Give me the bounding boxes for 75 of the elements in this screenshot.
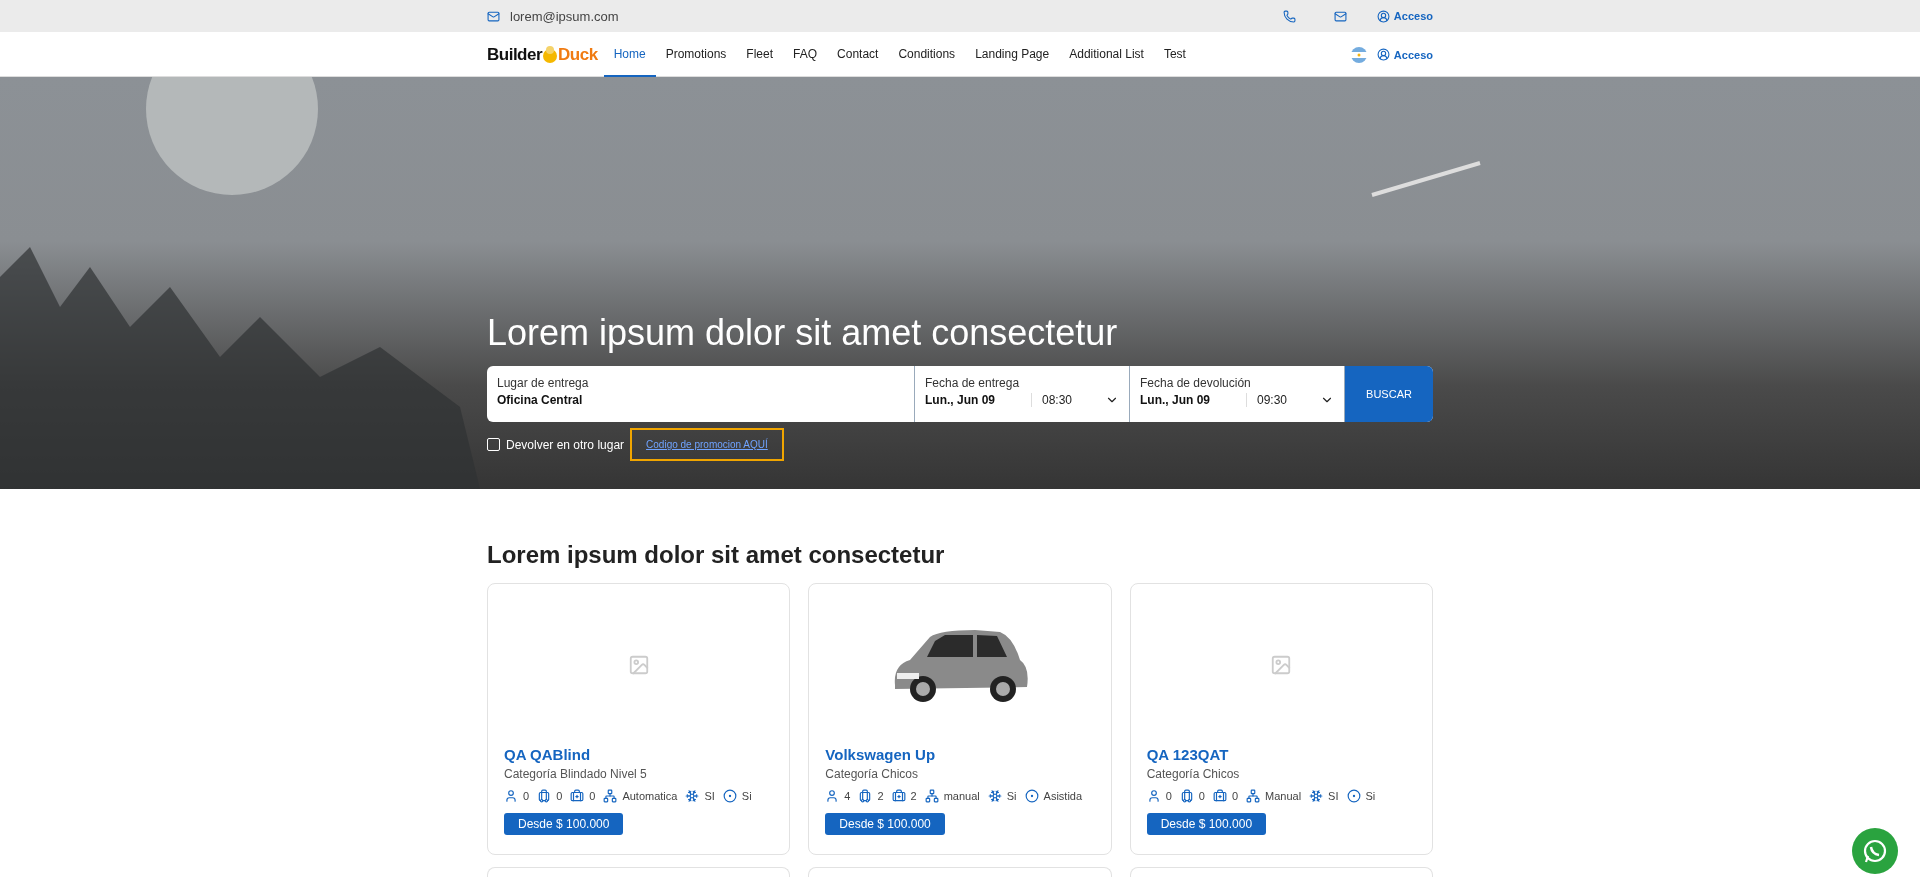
- flag-icon[interactable]: [1350, 46, 1367, 63]
- briefcase-icon: [570, 789, 585, 803]
- spec-value: manual: [943, 790, 980, 802]
- phone-icon[interactable]: [1282, 9, 1296, 23]
- nav-tab[interactable]: Additional List: [1059, 32, 1154, 77]
- login-link[interactable]: Acceso: [1376, 48, 1433, 61]
- spec-value: 4: [844, 790, 851, 802]
- price-button[interactable]: Desde $ 100.000: [504, 813, 624, 835]
- transmission-icon: [603, 789, 618, 803]
- nav-tab[interactable]: Landing Page: [965, 32, 1060, 77]
- nav-tab[interactable]: Conditions: [888, 32, 966, 77]
- car-category: Categoría Chicos: [1146, 767, 1241, 781]
- nav-tab[interactable]: Promotions: [655, 32, 737, 77]
- spec-value: Si: [1365, 790, 1376, 802]
- promo-code-link[interactable]: Codigo de promocion AQUÍ: [630, 428, 784, 461]
- snowflake-icon: [685, 789, 700, 803]
- pickup-date-field[interactable]: Fecha de entrega Lun., Jun 09 08:30: [915, 366, 1130, 422]
- transmission-icon: [924, 789, 939, 803]
- car-name[interactable]: QA 123QAT: [1146, 746, 1416, 763]
- chat-phone-icon: [1862, 838, 1888, 864]
- spec-value: SI: [1328, 790, 1339, 802]
- login-link[interactable]: Acceso: [1376, 9, 1433, 23]
- mail-icon[interactable]: [1333, 9, 1347, 23]
- mail-icon: [487, 9, 500, 23]
- snowflake-icon: [987, 789, 1002, 803]
- price-button[interactable]: Desde $ 100.000: [825, 813, 945, 835]
- section-title: Lorem ipsum dolor sit amet consectetur: [487, 541, 946, 569]
- logo[interactable]: Builder Duck: [487, 44, 598, 65]
- luggage-icon: [537, 789, 552, 803]
- briefcase-icon: [891, 789, 906, 803]
- contact-email: lorem@ipsum.com: [510, 8, 619, 24]
- car-card[interactable]: Volkswagen Up Categoría Chicos 4 2 2 manual Si Asistida Desde $ 100.000: [808, 583, 1112, 855]
- nav-tab[interactable]: Contact: [827, 32, 889, 77]
- nav-tab[interactable]: Fleet: [736, 32, 784, 77]
- car-card[interactable]: QA QABlind Categoría Blindado Nivel 5 0 0 0 Automatica SI Si Desde $ 100.000: [487, 583, 791, 855]
- spec-value: Automatica: [622, 790, 678, 802]
- luggage-icon: [858, 789, 873, 803]
- spec-value: Si: [1006, 790, 1017, 802]
- spec-value: 0: [1198, 790, 1205, 802]
- spec-value: 2: [877, 790, 884, 802]
- spec-value: Asistida: [1043, 790, 1083, 802]
- person-icon: [825, 789, 840, 803]
- spec-value: SI: [704, 790, 715, 802]
- car-name[interactable]: Volkswagen Up: [825, 746, 1095, 763]
- person-icon: [1146, 789, 1161, 803]
- transmission-icon: [1246, 789, 1261, 803]
- spec-value: 0: [1231, 790, 1239, 802]
- snowflake-icon: [1309, 789, 1324, 803]
- car-category: Categoría Blindado Nivel 5: [504, 767, 648, 781]
- checkbox[interactable]: [487, 438, 500, 451]
- pickup-location-field[interactable]: Lugar de entrega Oficina Central: [487, 366, 915, 422]
- user-icon: [1376, 9, 1390, 23]
- spec-value: 0: [589, 790, 596, 802]
- car-category: Categoría Chicos: [825, 767, 920, 781]
- hero-title: Lorem ipsum dolor sit amet consectetur: [487, 312, 1119, 354]
- spec-value: Si: [741, 790, 752, 802]
- image-placeholder-icon: [627, 654, 650, 676]
- briefcase-icon: [1212, 789, 1227, 803]
- spec-value: 0: [1165, 790, 1172, 802]
- nav-tab[interactable]: FAQ: [783, 32, 828, 77]
- image-placeholder-icon: [1270, 654, 1293, 676]
- car-name[interactable]: QA QABlind: [504, 746, 774, 763]
- user-icon: [1376, 48, 1390, 61]
- price-button[interactable]: Desde $ 100.000: [1146, 813, 1267, 835]
- spec-value: 0: [523, 790, 530, 802]
- checkbox-label: Devolver en otro lugar: [506, 437, 625, 452]
- car-card[interactable]: QA 123QAT Categoría Chicos 0 0 0 Manual SI Si Desde $ 100.000: [1129, 583, 1433, 855]
- luggage-icon: [1179, 789, 1194, 803]
- nav-tab[interactable]: Test: [1153, 32, 1196, 77]
- whatsapp-button[interactable]: [1852, 828, 1898, 874]
- spec-value: 2: [910, 790, 917, 802]
- spec-value: Manual: [1265, 790, 1302, 802]
- spec-value: 0: [556, 790, 563, 802]
- person-icon: [504, 789, 518, 803]
- search-button[interactable]: BUSCAR: [1345, 366, 1433, 422]
